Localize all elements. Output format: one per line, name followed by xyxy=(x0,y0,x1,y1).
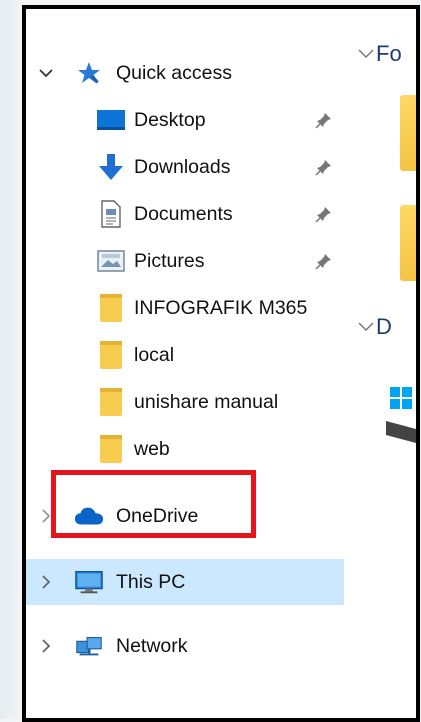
nav-item-pictures[interactable]: Pictures xyxy=(26,238,344,284)
explorer-window-crop: Quick access Desktop Downloads Documents… xyxy=(22,5,420,722)
nav-label: INFOGRAFIK M365 xyxy=(134,296,308,319)
pin-icon[interactable] xyxy=(314,251,334,271)
desktop-icon xyxy=(96,105,126,135)
nav-item-desktop[interactable]: Desktop xyxy=(26,97,344,143)
nav-label: Pictures xyxy=(134,249,205,272)
folder-tile[interactable] xyxy=(400,205,416,281)
nav-item-documents[interactable]: Documents xyxy=(26,191,344,237)
nav-label: Documents xyxy=(134,202,233,225)
background-left xyxy=(0,0,22,719)
nav-label: local xyxy=(134,343,175,366)
nav-label: Desktop xyxy=(134,108,206,131)
section-header-folders[interactable]: Fo xyxy=(358,41,402,67)
download-arrow-icon xyxy=(96,152,126,182)
chevron-right-icon[interactable] xyxy=(38,574,54,590)
pictures-icon xyxy=(96,246,126,276)
pin-icon[interactable] xyxy=(314,157,334,177)
nav-item-folder-unishare[interactable]: unishare manual xyxy=(26,379,344,425)
nav-label: unishare manual xyxy=(134,390,279,413)
chevron-down-icon[interactable] xyxy=(358,49,376,59)
nav-label: Network xyxy=(116,634,188,657)
nav-item-quick-access[interactable]: Quick access xyxy=(26,50,344,96)
chevron-right-icon[interactable] xyxy=(38,638,54,654)
navigation-pane: Quick access Desktop Downloads Documents… xyxy=(26,9,344,718)
chevron-down-icon[interactable] xyxy=(38,65,54,81)
nav-item-network[interactable]: Network xyxy=(26,623,344,669)
chevron-down-icon[interactable] xyxy=(358,322,376,332)
folder-icon xyxy=(96,434,126,464)
nav-label: Quick access xyxy=(116,61,232,84)
windows-drive-icon[interactable] xyxy=(386,385,416,445)
nav-label: This PC xyxy=(116,570,186,593)
section-label: D xyxy=(376,314,392,339)
folder-icon xyxy=(96,340,126,370)
folder-icon xyxy=(96,387,126,417)
section-label: Fo xyxy=(376,41,402,66)
folder-icon xyxy=(96,293,126,323)
monitor-icon xyxy=(74,567,104,597)
star-icon xyxy=(74,58,104,88)
pin-icon[interactable] xyxy=(314,204,334,224)
section-header-devices[interactable]: D xyxy=(358,314,392,340)
onedrive-highlight-box xyxy=(51,470,256,538)
network-icon xyxy=(74,631,104,661)
nav-label: web xyxy=(134,437,170,460)
nav-item-downloads[interactable]: Downloads xyxy=(26,144,344,190)
nav-item-folder-local[interactable]: local xyxy=(26,332,344,378)
nav-label: Downloads xyxy=(134,155,231,178)
nav-item-folder-infografik[interactable]: INFOGRAFIK M365 xyxy=(26,285,344,331)
nav-item-this-pc[interactable]: This PC xyxy=(26,559,344,605)
nav-item-folder-web[interactable]: web xyxy=(26,426,344,472)
folder-tile[interactable] xyxy=(400,95,416,171)
document-icon xyxy=(96,199,126,229)
pin-icon[interactable] xyxy=(314,110,334,130)
